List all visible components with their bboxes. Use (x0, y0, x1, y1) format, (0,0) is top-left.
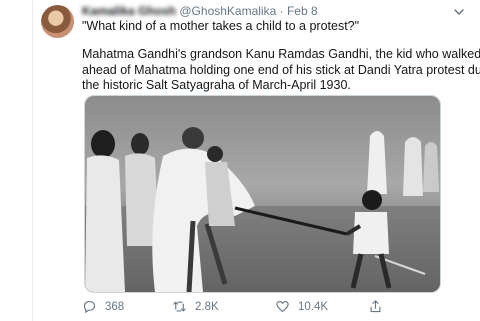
chevron-down-icon[interactable] (452, 5, 466, 19)
retweet-count: 2.8K (195, 300, 219, 313)
tweet-date[interactable]: Feb 8 (287, 4, 318, 18)
tweet-body-line: ahead of Mahatma holding one end of his … (82, 62, 480, 77)
reply-icon[interactable] (82, 299, 97, 314)
reply-count: 368 (105, 300, 125, 313)
tweet-quote: "What kind of a mother takes a child to … (82, 19, 360, 33)
tweet-actions: 368 2.8K 10.4K (82, 299, 462, 317)
tweet-body: Mahatma Gandhi's grandson Kanu Ramdas Ga… (82, 47, 480, 94)
share-icon[interactable] (368, 299, 383, 314)
heart-icon[interactable] (275, 299, 290, 314)
like-action[interactable]: 10.4K (275, 299, 328, 314)
retweet-icon[interactable] (172, 299, 187, 314)
user-handle[interactable]: @GhoshKamalika (179, 4, 276, 18)
tweet-photo[interactable] (84, 95, 441, 293)
retweet-action[interactable]: 2.8K (172, 299, 219, 314)
separator-dot: · (279, 4, 284, 18)
tweet-header: Kamalika Ghosh @GhoshKamalika · Feb 8 (82, 4, 466, 20)
avatar[interactable] (41, 5, 74, 38)
tweet-body-line: the historic Salt Satyagraha of March-Ap… (82, 78, 351, 92)
timeline-divider (32, 0, 33, 321)
like-count: 10.4K (298, 300, 329, 313)
share-action[interactable] (368, 299, 383, 314)
tweet-body-line: Mahatma Gandhi's grandson Kanu Ramdas Ga… (82, 47, 480, 61)
historical-photo-illustration (85, 96, 440, 292)
reply-action[interactable]: 368 (82, 299, 124, 314)
display-name[interactable]: Kamalika Ghosh (82, 4, 176, 18)
